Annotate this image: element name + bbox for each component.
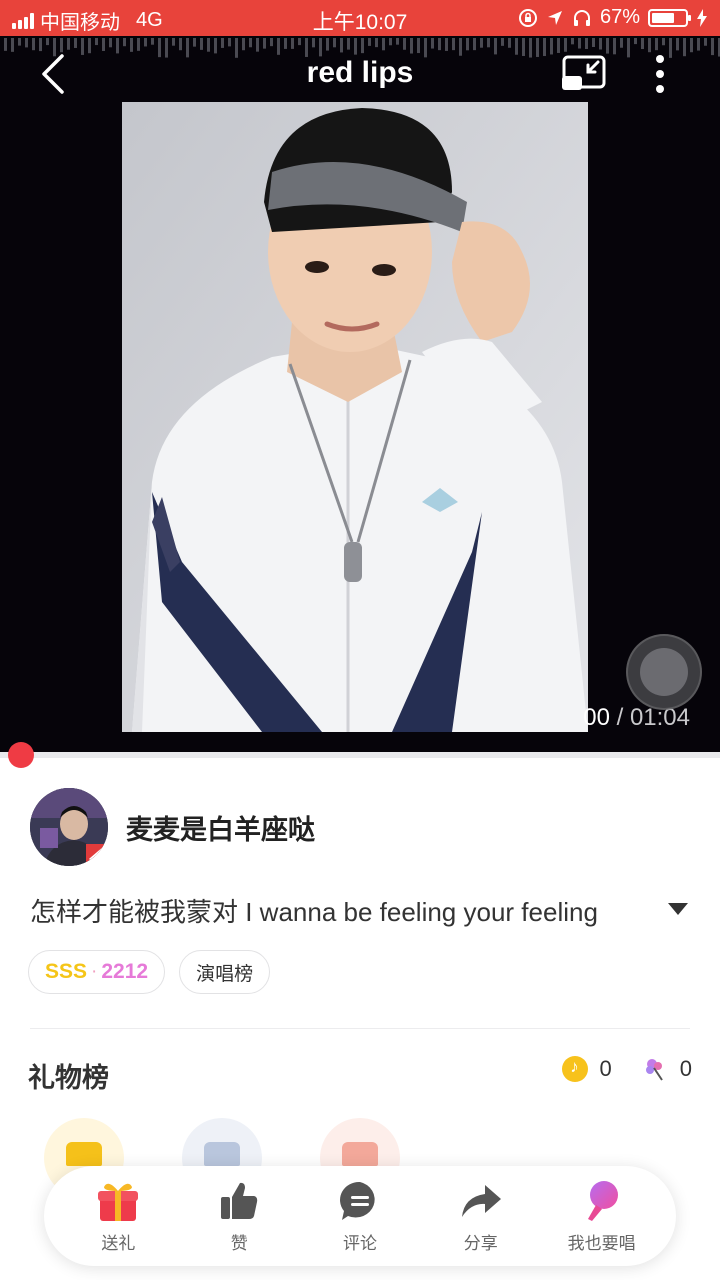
thumbs-up-icon — [221, 1182, 258, 1219]
top-nav: red lips — [0, 36, 720, 112]
rotation-lock-icon — [518, 8, 537, 27]
comment-button[interactable]: 评论 — [305, 1179, 415, 1254]
singer-portrait-image — [122, 102, 588, 732]
gift-button[interactable]: 送礼 — [63, 1179, 173, 1254]
avatar[interactable] — [30, 788, 108, 866]
song-description: 怎样才能被我蒙对 I wanna be feeling your feeling — [30, 897, 598, 927]
minimize-window-button[interactable] — [560, 54, 608, 94]
progress-track[interactable] — [0, 752, 720, 758]
gift-ranking-title: 礼物榜 — [28, 1063, 109, 1093]
expand-description-icon[interactable] — [668, 903, 688, 915]
more-options-button[interactable] — [646, 52, 674, 96]
share-label: 分享 — [463, 1233, 498, 1253]
current-time: 00 — [583, 704, 610, 731]
avatar-image — [30, 788, 108, 866]
headphones-icon — [573, 9, 590, 26]
uploader-name[interactable]: 麦麦是白羊座哒 — [126, 808, 315, 847]
sing-too-label: 我也要唱 — [567, 1233, 636, 1253]
share-button[interactable]: 分享 — [426, 1179, 536, 1254]
gift-counts: 0 0 — [561, 1056, 692, 1082]
grade-label: SSS — [45, 960, 88, 983]
share-arrow-icon — [461, 1184, 501, 1217]
video-player[interactable]: red lips 00 / 01:04 — [0, 36, 720, 754]
comment-label: 评论 — [342, 1233, 377, 1253]
battery-percent: 67% — [599, 6, 640, 28]
score-badge[interactable]: SSS · 2212 — [28, 950, 166, 994]
tag-row: SSS · 2212 演唱榜 — [28, 950, 271, 994]
comment-icon — [340, 1181, 375, 1220]
ranking-tag[interactable]: 演唱榜 — [179, 950, 271, 994]
divider — [30, 1028, 690, 1029]
flower-count: 0 — [679, 1056, 692, 1081]
location-icon — [547, 10, 562, 25]
bottom-action-bar: 送礼 赞 评论 分享 我也要唱 — [44, 1166, 676, 1266]
grade-dot: · — [91, 961, 98, 982]
charging-icon — [697, 8, 707, 27]
like-label: 赞 — [230, 1233, 248, 1253]
flower-icon — [645, 1059, 663, 1081]
ranking-label: 演唱榜 — [196, 963, 254, 985]
sing-too-button[interactable]: 我也要唱 — [547, 1179, 657, 1254]
microphone-icon — [587, 1180, 618, 1221]
status-right: 67% — [518, 6, 708, 29]
progress-thumb[interactable] — [8, 742, 34, 768]
coin-icon — [561, 1056, 588, 1082]
floating-assistive-button[interactable] — [626, 634, 702, 710]
uploader-row[interactable]: 麦麦是白羊座哒 — [30, 788, 315, 866]
like-button[interactable]: 赞 — [184, 1179, 294, 1254]
status-bar: 中国移动 4G 上午10:07 67% — [0, 0, 720, 36]
score-value: 2212 — [101, 960, 149, 983]
battery-icon — [648, 8, 691, 27]
cover-photo — [122, 102, 588, 732]
time-separator: / — [609, 704, 630, 731]
song-title: red lips — [306, 56, 414, 89]
gift-label: 送礼 — [101, 1233, 136, 1253]
coin-count: 0 — [599, 1056, 612, 1081]
gift-icon — [98, 1183, 139, 1221]
